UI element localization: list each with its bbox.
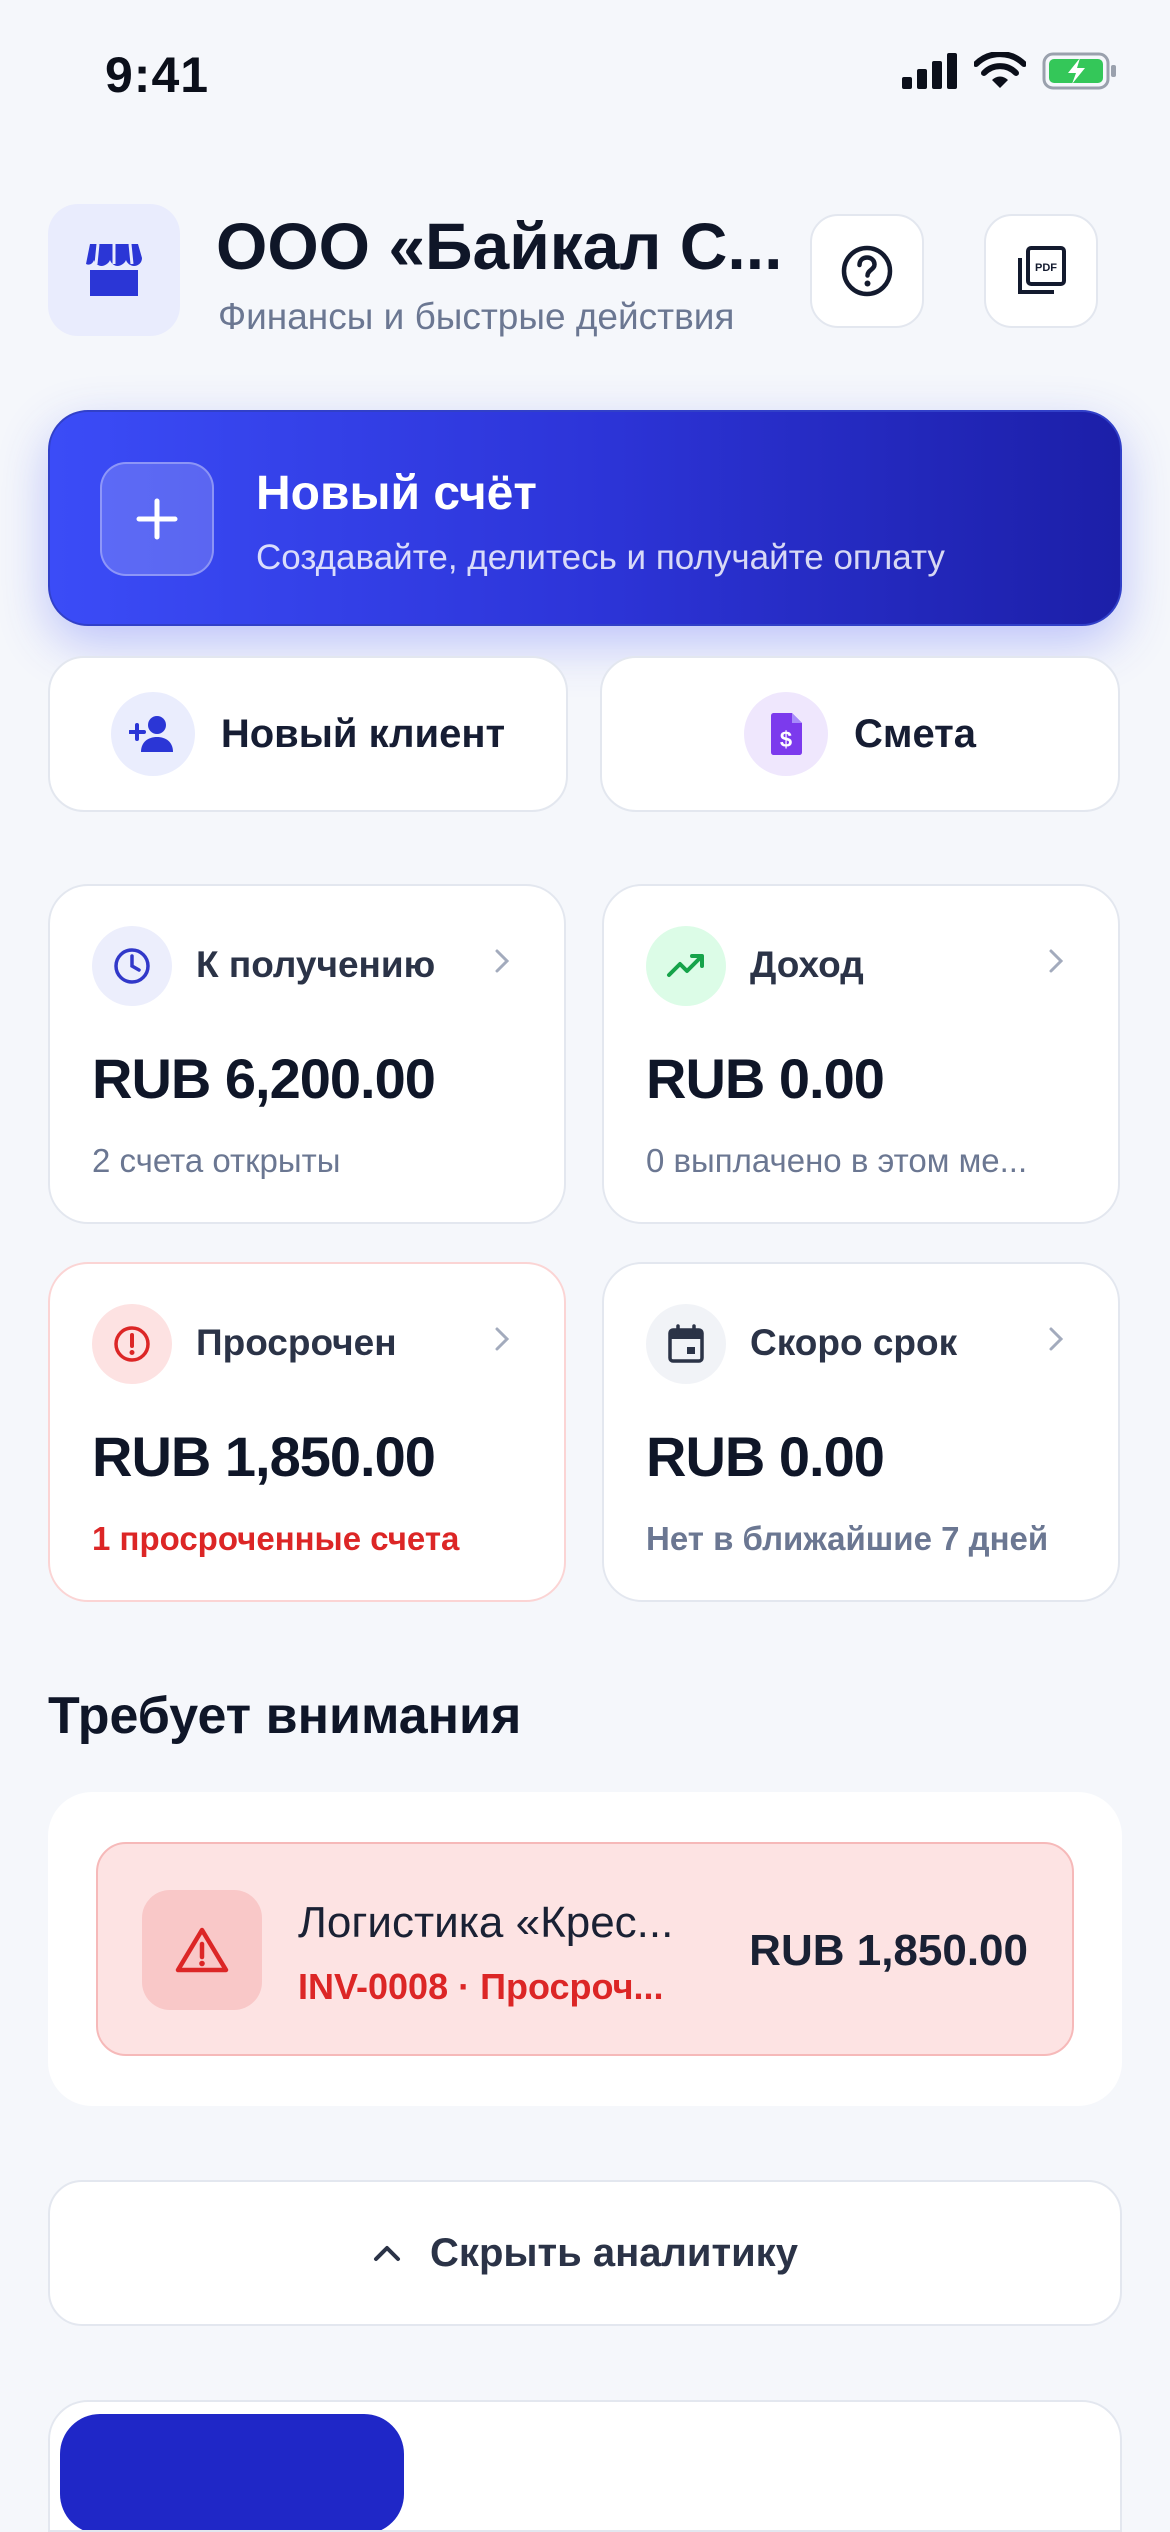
company-name[interactable]: ООО «Байкал С... <box>216 208 782 284</box>
stat-value: RUB 1,850.00 <box>92 1425 436 1488</box>
chevron-right-icon <box>1049 949 1064 973</box>
stat-value: RUB 6,200.00 <box>92 1047 436 1110</box>
chevron-right-icon <box>495 1327 510 1351</box>
hide-analytics-label: Скрыть аналитику <box>430 2230 798 2275</box>
stat-note: 2 счета открыты <box>92 1142 341 1179</box>
export-pdf-button[interactable]: PDF <box>984 214 1098 328</box>
calendar-icon <box>646 1304 726 1384</box>
chevron-right-icon <box>1049 1327 1064 1351</box>
status-icons <box>902 52 1118 90</box>
attention-meta: INV-0008 · Просроч... <box>298 1966 664 2007</box>
pdf-icon: PDF <box>1018 246 1066 294</box>
battery-charging-icon <box>1042 52 1116 90</box>
analytics-panel <box>48 2400 1122 2532</box>
trending-up-icon <box>646 926 726 1006</box>
invoice-dollar-icon: $ <box>743 692 828 776</box>
wifi-icon <box>974 52 1026 88</box>
stat-note: Нет в ближайшие 7 дней <box>646 1520 1049 1557</box>
help-button[interactable] <box>810 214 924 328</box>
chevron-right-icon <box>495 949 510 973</box>
stat-label: Доход <box>750 944 864 985</box>
stat-label: Скоро срок <box>750 1322 958 1363</box>
stat-value: RUB 0.00 <box>646 1047 885 1110</box>
warning-triangle-icon <box>142 1890 262 2010</box>
stat-card-overdue[interactable]: Просрочен RUB 1,850.00 1 просроченные сч… <box>48 1262 566 1602</box>
status-time: 9:41 <box>105 47 210 103</box>
attention-client: Логистика «Крес... <box>298 1898 674 1947</box>
svg-text:PDF: PDF <box>1035 262 1057 274</box>
estimate-label: Смета <box>853 711 977 756</box>
stat-label: Просрочен <box>196 1322 397 1363</box>
storefront-icon <box>86 243 142 296</box>
stat-note: 1 просроченные счета <box>92 1520 460 1557</box>
new-client-button[interactable]: Новый клиент <box>48 656 568 812</box>
new-invoice-button[interactable]: Новый счёт Создавайте, делитесь и получа… <box>48 410 1122 626</box>
svg-text:$: $ <box>780 727 792 752</box>
add-user-icon <box>110 692 195 776</box>
attention-item[interactable]: Логистика «Крес... INV-0008 · Просроч...… <box>96 1842 1074 2056</box>
stat-label: К получению <box>196 944 436 985</box>
hide-analytics-button[interactable]: Скрыть аналитику <box>48 2180 1122 2326</box>
status-bar: 9:41 <box>0 0 1170 140</box>
new-invoice-title: Новый счёт <box>256 467 537 520</box>
attention-amount: RUB 1,850.00 <box>749 1926 1028 1975</box>
stat-note: 0 выплачено в этом ме... <box>646 1142 1028 1179</box>
dashboard-screen: 9:41 ООО «Байкал С... Финансы и быстрые … <box>0 0 1170 2532</box>
app-header: ООО «Байкал С... Финансы и быстрые дейст… <box>48 200 1122 340</box>
stat-value: RUB 0.00 <box>646 1425 885 1488</box>
company-subtitle: Финансы и быстрые действия <box>218 296 735 337</box>
stat-card-due-soon[interactable]: Скоро срок RUB 0.00 Нет в ближайшие 7 дн… <box>602 1262 1120 1602</box>
stat-card-income[interactable]: Доход RUB 0.00 0 выплачено в этом ме... <box>602 884 1120 1224</box>
estimate-button[interactable]: $ Смета <box>600 656 1120 812</box>
attention-title: Требует внимания <box>48 1687 522 1745</box>
stat-card-receivable[interactable]: К получению RUB 6,200.00 2 счета открыты <box>48 884 566 1224</box>
alert-circle-icon <box>92 1304 172 1384</box>
company-logo <box>48 204 180 336</box>
plus-icon <box>100 462 214 576</box>
cellular-signal-icon <box>902 53 957 89</box>
new-invoice-subtitle: Создавайте, делитесь и получайте оплату <box>256 538 945 577</box>
chevron-up-icon <box>374 2246 401 2261</box>
clock-icon <box>92 926 172 1006</box>
new-client-label: Новый клиент <box>220 711 506 756</box>
analytics-tab-active[interactable] <box>60 2414 404 2530</box>
help-circle-icon <box>841 245 893 297</box>
attention-panel: Логистика «Крес... INV-0008 · Просроч...… <box>48 1792 1122 2106</box>
